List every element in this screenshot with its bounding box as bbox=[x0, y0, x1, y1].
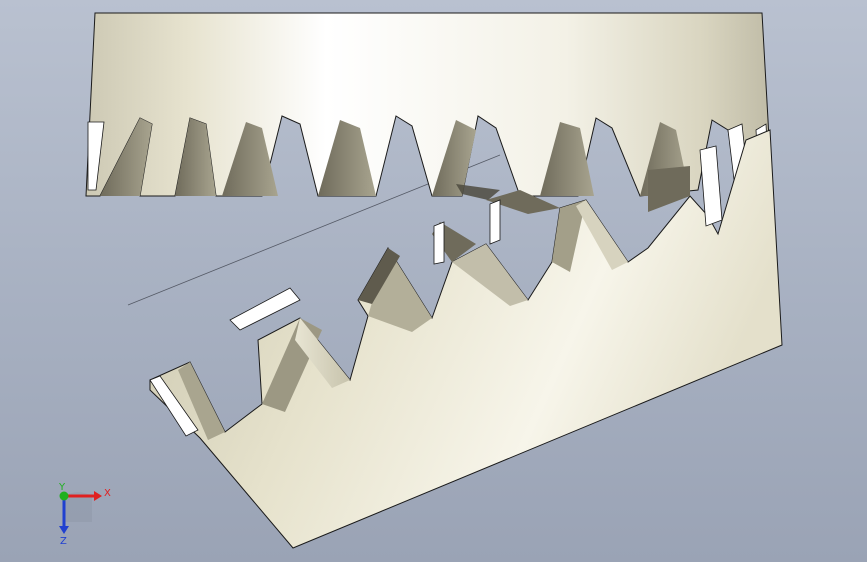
x-axis-arrowhead bbox=[94, 491, 102, 501]
rack-end-face bbox=[489, 199, 501, 245]
coordinate-triad: X Z Y bbox=[58, 482, 111, 544]
z-axis-label: Z bbox=[60, 536, 67, 544]
x-axis-label: X bbox=[104, 488, 111, 499]
mesh-contact-shadow bbox=[456, 184, 500, 200]
rack-end-face bbox=[433, 221, 445, 265]
z-axis-arrowhead bbox=[59, 526, 69, 534]
cad-3d-viewport[interactable] bbox=[0, 0, 867, 562]
y-axis-label: Y bbox=[58, 482, 66, 493]
